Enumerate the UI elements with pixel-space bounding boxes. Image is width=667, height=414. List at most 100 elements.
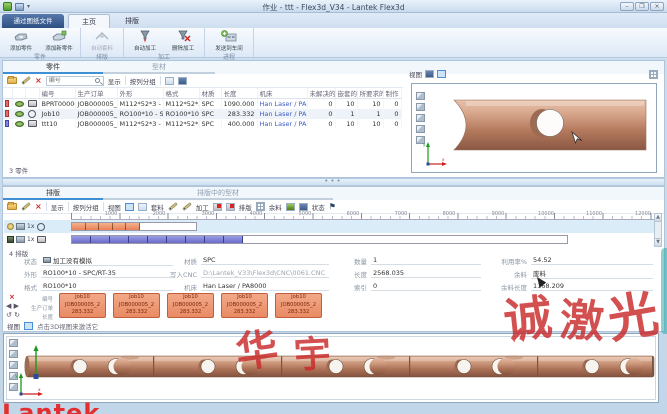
file-menu-button[interactable]: 通过图纸文件 — [2, 14, 64, 28]
nest-row[interactable]: 1x — [4, 220, 654, 233]
group-by-button[interactable]: 按列分组 — [130, 76, 156, 86]
tab-profiles-in-nest[interactable]: 排版中的型材 — [103, 187, 333, 200]
tab-home[interactable]: 主页 — [68, 14, 110, 28]
remove-machining-icon[interactable] — [226, 203, 235, 211]
nest-segment[interactable] — [126, 223, 140, 230]
part-card[interactable]: Job10 JOB000005_2 283.332 — [221, 293, 268, 318]
stats-icon[interactable] — [178, 77, 187, 85]
status-flag-icon[interactable]: ⚑ — [329, 203, 336, 211]
nest-bar-rect[interactable] — [71, 235, 568, 244]
nest-segment[interactable] — [72, 236, 91, 243]
table-row[interactable]: ttt10 JOB000005_4 M112*52*3 - SPC M112*5… — [3, 119, 401, 129]
part-card[interactable]: Job10 JOB000005_2 283.332 — [113, 293, 160, 318]
nest-segment[interactable] — [148, 236, 167, 243]
solid-view-icon[interactable] — [425, 70, 434, 78]
group-by-button[interactable]: 按列分组 — [73, 202, 99, 212]
remove-card-icon[interactable]: × — [9, 293, 15, 301]
table-row[interactable]: BPRT000003 JOB000005_1 M112*52*3 - SPC M… — [3, 99, 401, 109]
search-icon[interactable] — [95, 78, 100, 83]
delete-nest-icon[interactable]: × — [35, 203, 42, 211]
remnant-icon[interactable] — [286, 203, 295, 211]
add-new-part-button[interactable]: 添加新零件 — [41, 29, 77, 52]
cnc-path-value: D:\Lantek_V33\Flex3d\CNC\0061.CNC — [201, 269, 329, 278]
render-view-icon[interactable] — [437, 70, 446, 78]
prev-card-icon[interactable]: ◀ ▶ — [6, 302, 19, 310]
new-nest-icon[interactable] — [7, 203, 17, 210]
col-order[interactable]: 生产订单 — [75, 88, 117, 99]
view-cube-icon[interactable] — [9, 339, 18, 347]
scroll-up-icon[interactable]: ▲ — [655, 214, 661, 222]
view-cube-icon[interactable] — [416, 103, 425, 111]
restore-button[interactable]: ❐ — [635, 2, 649, 11]
list-view-icon[interactable] — [125, 203, 134, 211]
col-required[interactable]: 所要求的 — [357, 88, 383, 99]
remnant-label: 余料 — [489, 269, 527, 279]
part-card[interactable]: Job10 JOB000005_2 283.332 — [59, 293, 106, 318]
grid-icon[interactable] — [649, 70, 658, 79]
chart-icon[interactable] — [165, 77, 174, 85]
nest-segment[interactable] — [167, 236, 186, 243]
nest-row[interactable]: 1x — [4, 233, 654, 246]
remnant-print-icon[interactable] — [299, 203, 308, 211]
col-length[interactable]: 长度 — [221, 88, 257, 99]
tab-parts[interactable]: 零件 — [3, 61, 103, 74]
nest-segment[interactable] — [72, 223, 86, 230]
zoom-view-icon[interactable] — [416, 114, 425, 122]
col-material[interactable]: 材质 — [199, 88, 221, 99]
nest-segment[interactable] — [91, 236, 110, 243]
nest-segment[interactable] — [205, 236, 224, 243]
col-machine[interactable]: 机床 — [257, 88, 307, 99]
part-3d-viewport[interactable]: xy — [411, 83, 657, 173]
nest-segment[interactable] — [110, 236, 129, 243]
part-card[interactable]: Job10 JOB000005_2 283.332 — [275, 293, 322, 318]
nest-segment[interactable] — [186, 236, 205, 243]
nest-list-scrollbar[interactable]: ▲ ▼ — [654, 213, 662, 247]
detail-view-icon[interactable] — [138, 203, 147, 211]
minimize-button[interactable]: – — [620, 2, 634, 11]
tab-profiles[interactable]: 型材 — [103, 61, 215, 74]
nest-segment[interactable] — [129, 236, 148, 243]
auto-machine-button[interactable]: 自动加工 — [127, 29, 163, 52]
add-part-button[interactable]: 添加零件 — [3, 29, 39, 52]
nest-segment[interactable] — [224, 236, 243, 243]
3d-view-icon[interactable] — [24, 322, 33, 330]
auto-nest-icon[interactable] — [182, 202, 192, 211]
col-number[interactable]: 编号 — [39, 88, 75, 99]
view-cube-icon[interactable] — [9, 350, 18, 358]
send-to-workshop-button[interactable]: 发送到车间 — [208, 29, 250, 52]
col-shape[interactable]: 外形 — [117, 88, 163, 99]
tab-nests[interactable]: 排版 — [3, 187, 103, 200]
tab-nesting[interactable]: 排版 — [114, 14, 150, 28]
zoom-view-icon[interactable] — [9, 361, 18, 369]
undo-redo-icons[interactable]: ↺ ↻ — [6, 311, 20, 319]
show-button[interactable]: 显示 — [108, 76, 121, 86]
search-input[interactable] — [49, 77, 93, 84]
nest-3d-viewport[interactable]: xy — [3, 333, 659, 403]
nest-segment[interactable] — [99, 223, 113, 230]
view-cube-icon[interactable] — [416, 125, 425, 133]
table-row[interactable]: Job10 JOB000005_2 RO100*10 - SPC RO100*1… — [3, 109, 401, 119]
nest-bar-round[interactable] — [71, 222, 197, 231]
col-made[interactable]: 制作 — [383, 88, 401, 99]
edit-nest-icon[interactable] — [21, 202, 31, 211]
close-button[interactable]: × — [650, 2, 664, 11]
nest-segment[interactable] — [113, 223, 127, 230]
edit-icon[interactable] — [21, 76, 31, 85]
col-format[interactable]: 格式 — [163, 88, 199, 99]
panel-splitter[interactable]: ••• — [2, 178, 665, 186]
auto-nest-button[interactable]: 自动套料 — [84, 29, 120, 52]
delete-machining-button[interactable]: 删除加工 — [165, 29, 201, 52]
col-nested[interactable]: 嵌套的 — [335, 88, 357, 99]
layout-table-icon[interactable] — [256, 202, 265, 211]
col-pending[interactable]: 未解决的 — [307, 88, 335, 99]
new-icon[interactable] — [7, 77, 17, 84]
scroll-down-icon[interactable]: ▼ — [655, 238, 661, 246]
nest-segment[interactable] — [86, 223, 100, 230]
part-card[interactable]: Job10 JOB000005_2 283.332 — [167, 293, 214, 318]
manual-nest-icon[interactable] — [168, 202, 178, 211]
ribbon-group-machining: 自动加工 删除加工 加工 — [124, 28, 205, 57]
add-machining-icon[interactable] — [213, 203, 222, 211]
show-button[interactable]: 显示 — [51, 202, 64, 212]
view-cube-icon[interactable] — [416, 92, 425, 100]
delete-icon[interactable]: × — [35, 77, 42, 85]
